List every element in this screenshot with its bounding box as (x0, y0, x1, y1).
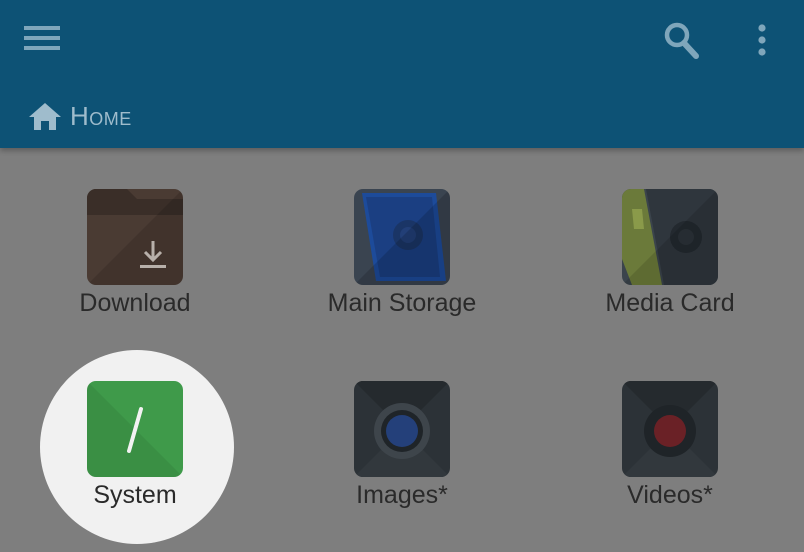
folder-label: System (93, 481, 177, 509)
folder-label: Main Storage (327, 289, 477, 317)
menu-button[interactable] (18, 18, 66, 58)
sd-card-icon (622, 189, 718, 285)
folder-label: Videos* (627, 481, 713, 509)
breadcrumb-label: Home (70, 100, 132, 131)
camera-lens-icon (354, 381, 450, 477)
folder-label: Images* (356, 481, 448, 509)
storage-icon (354, 189, 450, 285)
folder-tile-download[interactable]: Download (1, 148, 269, 338)
video-record-icon (622, 381, 718, 477)
folder-tile-images[interactable]: Images* (268, 340, 536, 530)
app-bar: Home (0, 0, 804, 148)
folder-tile-videos[interactable]: Videos* (536, 340, 804, 530)
search-icon (664, 22, 699, 59)
more-vert-icon (758, 24, 766, 56)
folder-tile-system[interactable]: System (1, 340, 269, 530)
root-slash-icon (87, 381, 183, 477)
more-options-button[interactable] (740, 14, 784, 66)
folder-download-icon (87, 189, 183, 285)
menu-icon (24, 26, 60, 50)
folder-tile-media-card[interactable]: Media Card (536, 148, 804, 338)
home-icon (29, 103, 61, 130)
folder-label: Media Card (605, 289, 735, 317)
breadcrumb-home[interactable]: Home (28, 96, 132, 136)
folder-tile-main-storage[interactable]: Main Storage (268, 148, 536, 338)
search-button[interactable] (654, 16, 708, 64)
folder-label: Download (79, 289, 191, 317)
